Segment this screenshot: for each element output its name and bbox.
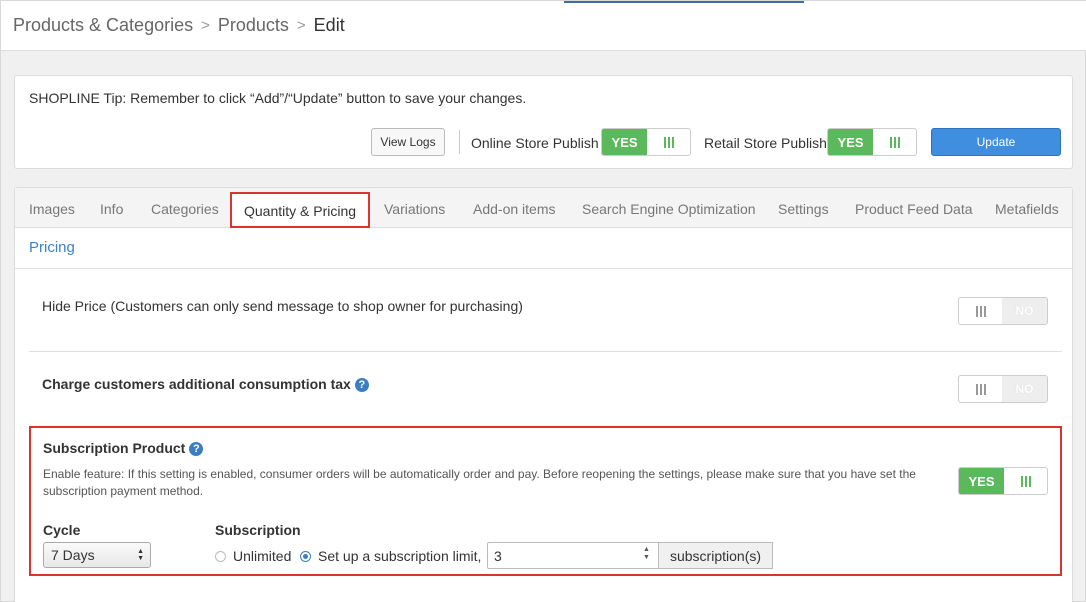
limit-radio[interactable] <box>300 551 311 562</box>
chevron-right-icon: > <box>201 17 210 34</box>
consumption-tax-toggle[interactable]: NO <box>958 375 1048 403</box>
breadcrumb-current: Edit <box>313 15 345 35</box>
cycle-label: Cycle <box>43 522 81 538</box>
toggle-yes-label: YES <box>828 129 873 155</box>
divider <box>15 268 1072 269</box>
grip-icon <box>959 298 1002 324</box>
unlimited-radio-label[interactable]: Unlimited <box>233 548 291 564</box>
chevron-right-icon: > <box>296 17 306 34</box>
view-logs-button[interactable]: View Logs <box>371 128 445 156</box>
grip-icon <box>1004 468 1047 494</box>
tab-bar: Images Info Categories Quantity & Pricin… <box>15 188 1072 228</box>
toggle-no-label: NO <box>1002 376 1047 402</box>
cycle-select[interactable]: 7 Days ▲ ▼ <box>43 542 151 568</box>
limit-radio-label[interactable]: Set up a subscription limit, <box>318 548 481 564</box>
toggle-yes-label: YES <box>959 468 1004 494</box>
tab-seo[interactable]: Search Engine Optimization <box>582 201 756 217</box>
consumption-tax-row: Charge customers additional consumption … <box>42 376 369 392</box>
tab-info[interactable]: Info <box>100 201 123 217</box>
section-title-pricing: Pricing <box>29 239 75 256</box>
unlimited-radio[interactable] <box>215 551 226 562</box>
grip-icon <box>647 129 690 155</box>
tab-settings[interactable]: Settings <box>778 201 829 217</box>
breadcrumb-item-products-categories[interactable]: Products & Categories <box>13 15 193 36</box>
update-button[interactable]: Update <box>931 128 1061 156</box>
top-accent-line <box>564 1 804 3</box>
subscription-title-row: Subscription Product? <box>43 440 204 456</box>
subscription-limit-suffix: subscription(s) <box>659 542 773 569</box>
tab-add-on-items[interactable]: Add-on items <box>473 201 555 217</box>
retail-store-publish-label: Retail Store Publish <box>704 135 827 151</box>
tab-product-feed-data[interactable]: Product Feed Data <box>855 201 973 217</box>
product-edit-card: Images Info Categories Quantity & Pricin… <box>14 187 1073 602</box>
consumption-tax-label: Charge customers additional consumption … <box>42 376 351 392</box>
spinner-icon[interactable]: ▲ ▼ <box>643 546 650 562</box>
divider <box>29 351 1062 352</box>
tip-card: SHOPLINE Tip: Remember to click “Add”/“U… <box>14 75 1073 169</box>
tab-variations[interactable]: Variations <box>384 201 445 217</box>
breadcrumb-item-products[interactable]: Products <box>218 15 289 36</box>
tab-quantity-pricing[interactable]: Quantity & Pricing <box>230 192 371 228</box>
retail-store-publish-toggle[interactable]: YES <box>827 128 917 156</box>
grip-icon <box>959 376 1002 402</box>
help-icon[interactable]: ? <box>189 442 204 456</box>
tab-categories[interactable]: Categories <box>151 201 219 217</box>
subscription-description: Enable feature: If this setting is enabl… <box>43 467 916 498</box>
subscription-title: Subscription Product <box>43 440 186 456</box>
online-store-publish-toggle[interactable]: YES <box>601 128 691 156</box>
cycle-select-value: 7 Days <box>51 547 95 563</box>
grip-icon <box>873 129 916 155</box>
tab-metafields[interactable]: Metafields <box>995 201 1059 217</box>
divider <box>459 130 460 154</box>
tip-text: SHOPLINE Tip: Remember to click “Add”/“U… <box>29 90 527 106</box>
subscription-product-section: Subscription Product? Enable feature: If… <box>29 426 1062 576</box>
select-arrows-icon: ▲ ▼ <box>137 548 144 562</box>
tab-images[interactable]: Images <box>29 201 75 217</box>
toggle-no-label: NO <box>1002 298 1047 324</box>
subscription-limit-input[interactable] <box>487 542 659 569</box>
hide-price-label: Hide Price (Customers can only send mess… <box>42 298 523 314</box>
help-icon[interactable]: ? <box>354 378 369 392</box>
online-store-publish-label: Online Store Publish <box>471 135 599 151</box>
subscription-toggle[interactable]: YES <box>958 467 1048 495</box>
hide-price-toggle[interactable]: NO <box>958 297 1048 325</box>
breadcrumb: Products & Categories > Products > Edit <box>1 1 1086 51</box>
subscription-label: Subscription <box>215 522 301 538</box>
toggle-yes-label: YES <box>602 129 647 155</box>
